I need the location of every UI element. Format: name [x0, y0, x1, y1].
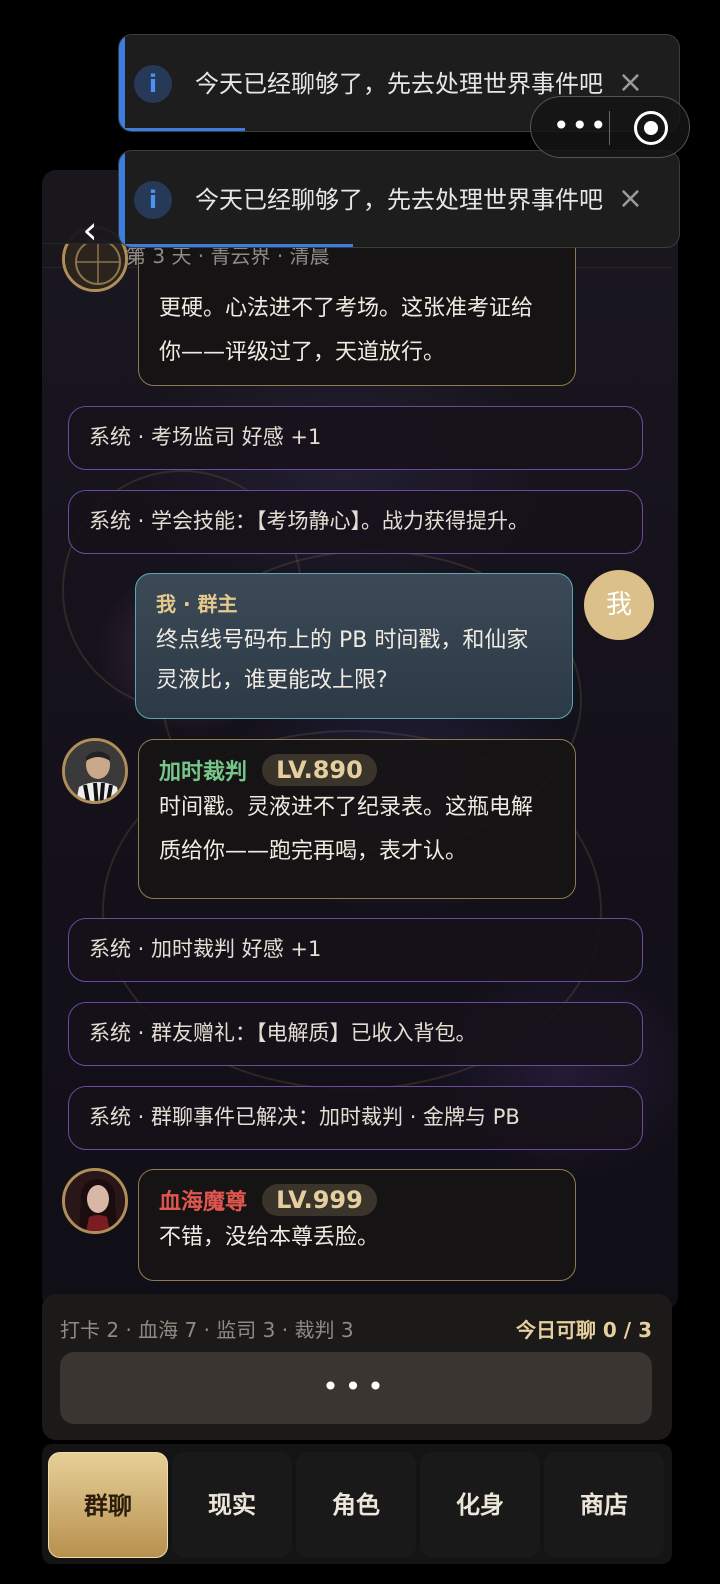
info-icon: i — [134, 65, 172, 103]
message-text: 灵液比，谁更能改上限? — [156, 668, 388, 693]
affinity-stats: 打卡 2 · 血海 7 · 监司 3 · 裁判 3 — [60, 1318, 354, 1342]
system-message: 系统 · 群聊事件已解决：加时裁判 · 金牌与 PB — [68, 1086, 643, 1150]
message-text: 不错，没给本尊丢脸。 — [159, 1225, 380, 1250]
tab-shop[interactable]: 商店 — [544, 1452, 664, 1558]
system-message: 系统 · 考场监司 好感 +1 — [68, 406, 643, 470]
sender-name: 我 · 群主 — [156, 592, 238, 616]
chat-quota: 今日可聊 0 / 3 — [515, 1318, 652, 1342]
message-bubble: 加时裁判 LV.890 时间戳。灵液进不了纪录表。这瓶电解 质给你——跑完再喝，… — [138, 739, 576, 899]
my-avatar[interactable]: 我 — [584, 570, 654, 640]
message-text: 你——评级过了，天道放行。 — [159, 340, 446, 365]
message-input[interactable]: ••• — [60, 1352, 652, 1424]
avatar-overtime-referee[interactable] — [62, 738, 128, 804]
tab-characters[interactable]: 角色 — [296, 1452, 416, 1558]
capsule-divider — [609, 111, 610, 145]
toast-progress — [125, 128, 245, 131]
message-text: 更硬。心法进不了考场。这张准考证给 — [159, 296, 534, 321]
toast-progress — [125, 244, 353, 247]
tab-group-chat[interactable]: 群聊 — [48, 1452, 168, 1558]
message-text: 时间戳。灵液进不了纪录表。这瓶电解 — [159, 795, 534, 820]
sender-name: 血海魔尊 — [159, 1190, 248, 1215]
tab-avatar[interactable]: 化身 — [420, 1452, 540, 1558]
avatar-blood-demon[interactable] — [62, 1168, 128, 1234]
close-miniprogram-icon[interactable] — [634, 111, 668, 145]
toast-message: 今天已经聊够了，先去处理世界事件吧 — [195, 186, 603, 214]
typing-dots: ••• — [322, 1370, 390, 1403]
message-text: 质给你——跑完再喝，表才认。 — [159, 839, 468, 864]
miniprogram-capsule: ••• — [530, 96, 690, 158]
message-bubble: 血海魔尊 LV.999 不错，没给本尊丢脸。 — [138, 1169, 576, 1281]
level-badge: LV.999 — [262, 1184, 377, 1216]
level-badge: LV.890 — [262, 754, 377, 786]
toast-notification: i 今天已经聊够了，先去处理世界事件吧 × — [118, 150, 680, 248]
message-text: 终点线号码布上的 PB 时间戳，和仙家 — [156, 628, 529, 653]
info-icon: i — [134, 181, 172, 219]
system-message: 系统 · 加时裁判 好感 +1 — [68, 918, 643, 982]
system-message: 系统 · 学会技能：【考场静心】。战力获得提升。 — [68, 490, 643, 554]
more-button[interactable]: ••• — [553, 111, 607, 141]
my-message-bubble: 我 · 群主 终点线号码布上的 PB 时间戳，和仙家 灵液比，谁更能改上限? — [135, 573, 573, 719]
tab-reality[interactable]: 现实 — [172, 1452, 292, 1558]
sender-name: 加时裁判 — [159, 760, 248, 785]
back-button[interactable]: ‹ — [72, 208, 108, 252]
system-message: 系统 · 群友赠礼：【电解质】已收入背包。 — [68, 1002, 643, 1066]
close-icon[interactable]: × — [618, 179, 643, 219]
